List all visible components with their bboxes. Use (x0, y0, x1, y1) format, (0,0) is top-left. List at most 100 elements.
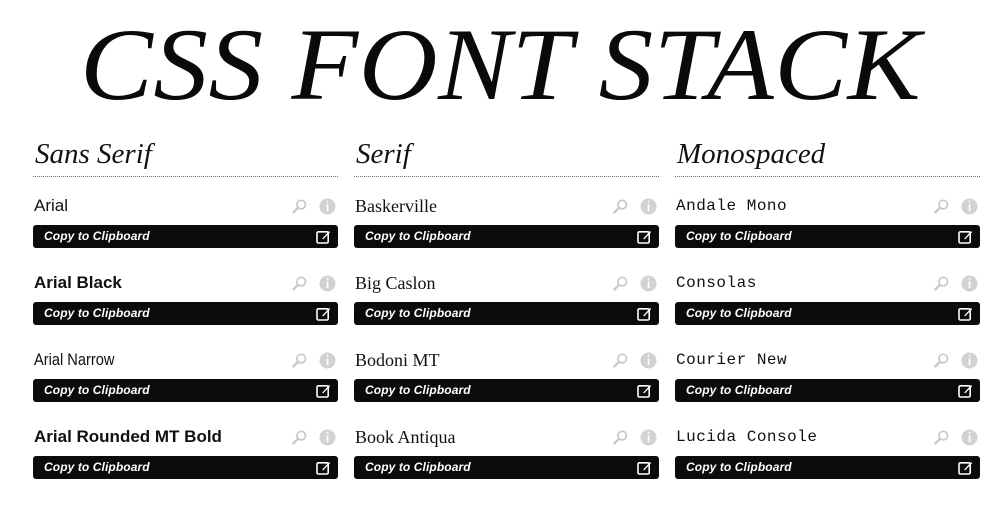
copy-to-clipboard-icon[interactable] (637, 307, 651, 321)
row-icon-group (291, 198, 338, 215)
search-icon[interactable] (291, 275, 308, 292)
copy-to-clipboard-icon[interactable] (958, 461, 972, 475)
info-icon[interactable] (319, 275, 336, 292)
column-divider (354, 176, 659, 178)
search-icon[interactable] (933, 198, 950, 215)
info-icon[interactable] (961, 429, 978, 446)
copy-to-clipboard-label: Copy to Clipboard (686, 306, 792, 321)
info-icon[interactable] (640, 198, 657, 215)
copy-to-clipboard-icon[interactable] (958, 307, 972, 321)
row-icon-group (612, 198, 659, 215)
copy-to-clipboard-icon[interactable] (958, 384, 972, 398)
row-icon-group (612, 275, 659, 292)
font-name: Courier New (676, 351, 788, 370)
copy-to-clipboard-icon[interactable] (637, 461, 651, 475)
info-icon[interactable] (961, 352, 978, 369)
font-columns: Sans Serif Arial Copy to Clipboard Arial… (0, 117, 1001, 501)
search-icon[interactable] (933, 275, 950, 292)
font-name: Book Antiqua (355, 427, 456, 448)
font-name: Arial (34, 196, 69, 216)
font-row-header: Arial Narrow (34, 347, 338, 373)
copy-to-clipboard-icon[interactable] (316, 461, 330, 475)
font-column-monospaced: Monospaced Andale Mono Copy to Clipboard (675, 139, 980, 501)
copy-to-clipboard-icon[interactable] (316, 230, 330, 244)
search-icon[interactable] (612, 198, 629, 215)
font-row-header: Consolas (676, 270, 980, 296)
row-icon-group (612, 429, 659, 446)
copy-to-clipboard-label: Copy to Clipboard (686, 460, 792, 475)
copy-to-clipboard-icon[interactable] (316, 384, 330, 398)
copy-to-clipboard-button[interactable]: Copy to Clipboard (33, 302, 338, 326)
search-icon[interactable] (612, 275, 629, 292)
info-icon[interactable] (319, 198, 336, 215)
font-row: Bodoni MT Copy to Clipboard (354, 347, 659, 403)
copy-to-clipboard-button[interactable]: Copy to Clipboard (675, 225, 980, 249)
copy-to-clipboard-label: Copy to Clipboard (365, 306, 471, 321)
font-name: Arial Narrow (34, 350, 115, 370)
font-row-header: Lucida Console (676, 424, 980, 450)
copy-to-clipboard-button[interactable]: Copy to Clipboard (354, 456, 659, 480)
font-name: Consolas (676, 274, 757, 293)
font-name: Big Caslon (355, 273, 436, 294)
font-column-serif: Serif Baskerville Copy to Clipboard Big … (354, 139, 659, 501)
font-name: Arial Black (34, 273, 122, 293)
copy-to-clipboard-label: Copy to Clipboard (686, 229, 792, 244)
search-icon[interactable] (612, 429, 629, 446)
copy-to-clipboard-button[interactable]: Copy to Clipboard (675, 379, 980, 403)
copy-to-clipboard-button[interactable]: Copy to Clipboard (33, 456, 338, 480)
row-icon-group (933, 275, 980, 292)
font-row-header: Arial Black (34, 270, 338, 296)
copy-to-clipboard-icon[interactable] (637, 230, 651, 244)
column-divider (675, 176, 980, 178)
font-name: Bodoni MT (355, 350, 440, 371)
row-icon-group (933, 352, 980, 369)
info-icon[interactable] (640, 352, 657, 369)
search-icon[interactable] (291, 198, 308, 215)
row-icon-group (291, 275, 338, 292)
search-icon[interactable] (612, 352, 629, 369)
font-column-sans-serif: Sans Serif Arial Copy to Clipboard Arial… (33, 139, 338, 501)
info-icon[interactable] (640, 429, 657, 446)
column-divider (33, 176, 338, 178)
font-name: Andale Mono (676, 197, 788, 216)
font-row-header: Book Antiqua (355, 424, 659, 450)
font-row-header: Baskerville (355, 193, 659, 219)
font-row-header: Big Caslon (355, 270, 659, 296)
copy-to-clipboard-button[interactable]: Copy to Clipboard (354, 225, 659, 249)
row-icon-group (291, 352, 338, 369)
info-icon[interactable] (961, 198, 978, 215)
font-name: Baskerville (355, 196, 437, 217)
copy-to-clipboard-button[interactable]: Copy to Clipboard (675, 302, 980, 326)
copy-to-clipboard-button[interactable]: Copy to Clipboard (354, 302, 659, 326)
search-icon[interactable] (933, 429, 950, 446)
copy-to-clipboard-button[interactable]: Copy to Clipboard (33, 225, 338, 249)
copy-to-clipboard-button[interactable]: Copy to Clipboard (354, 379, 659, 403)
copy-to-clipboard-label: Copy to Clipboard (365, 460, 471, 475)
search-icon[interactable] (933, 352, 950, 369)
column-header-sans-serif: Sans Serif (35, 138, 152, 170)
column-header-serif: Serif (356, 138, 411, 170)
info-icon[interactable] (961, 275, 978, 292)
search-icon[interactable] (291, 429, 308, 446)
search-icon[interactable] (291, 352, 308, 369)
copy-to-clipboard-label: Copy to Clipboard (365, 229, 471, 244)
copy-to-clipboard-icon[interactable] (958, 230, 972, 244)
font-row: Big Caslon Copy to Clipboard (354, 270, 659, 326)
row-icon-group (933, 429, 980, 446)
copy-to-clipboard-label: Copy to Clipboard (44, 306, 150, 321)
info-icon[interactable] (640, 275, 657, 292)
font-row: Arial Copy to Clipboard (33, 193, 338, 249)
font-row-header: Courier New (676, 347, 980, 373)
font-row-header: Arial Rounded MT Bold (34, 424, 338, 450)
font-row: Baskerville Copy to Clipboard (354, 193, 659, 249)
copy-to-clipboard-icon[interactable] (316, 307, 330, 321)
column-header-monospaced: Monospaced (677, 138, 826, 170)
font-row-header: Arial (34, 193, 338, 219)
row-icon-group (933, 198, 980, 215)
copy-to-clipboard-button[interactable]: Copy to Clipboard (675, 456, 980, 480)
copy-to-clipboard-button[interactable]: Copy to Clipboard (33, 379, 338, 403)
font-row: Andale Mono Copy to Clipboard (675, 193, 980, 249)
info-icon[interactable] (319, 352, 336, 369)
info-icon[interactable] (319, 429, 336, 446)
copy-to-clipboard-icon[interactable] (637, 384, 651, 398)
